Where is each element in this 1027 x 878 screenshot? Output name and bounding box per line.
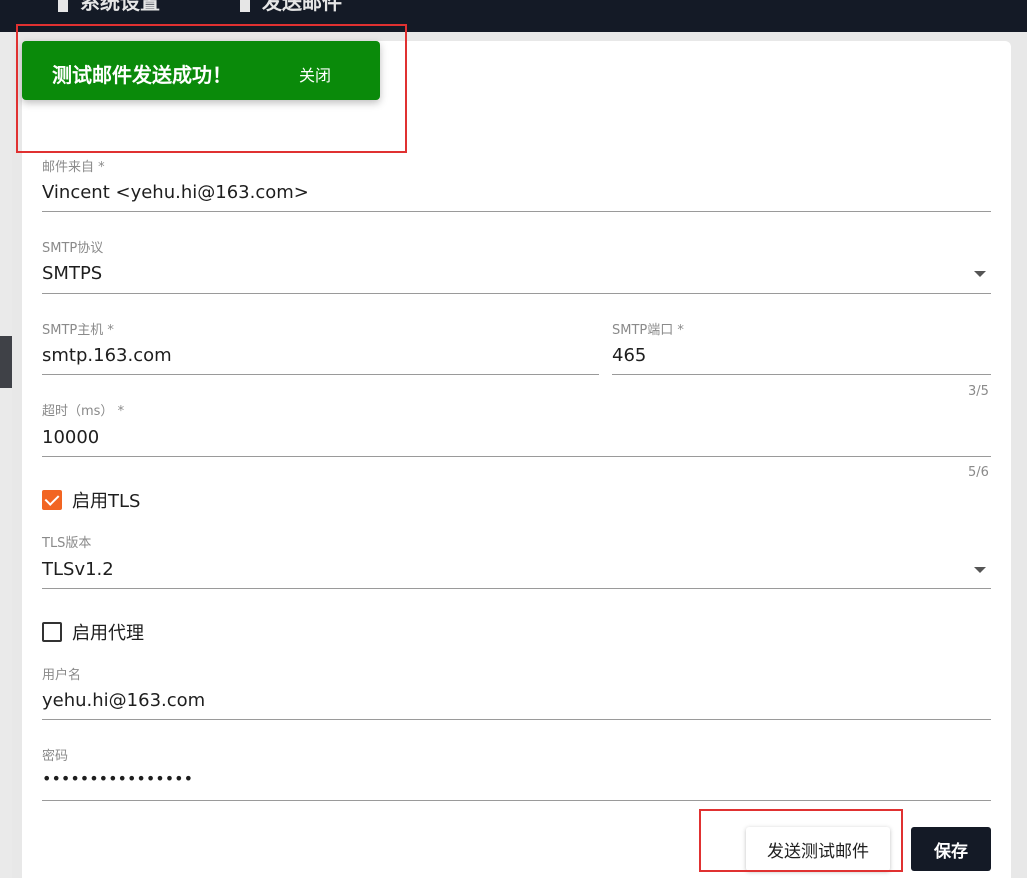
- enable-tls-checkbox-row[interactable]: 启用TLS: [42, 487, 140, 513]
- timeout-field[interactable]: 超时（ms） * 10000: [42, 400, 991, 457]
- breadcrumb-send-mail[interactable]: 发送邮件: [240, 0, 342, 15]
- mail-icon: [240, 0, 250, 12]
- highlight-box-send-test: [699, 809, 903, 872]
- protocol-underline: [42, 293, 991, 294]
- host-input[interactable]: smtp.163.com: [42, 345, 172, 366]
- from-input[interactable]: Vincent <yehu.hi@163.com>: [42, 182, 309, 203]
- sidebar-edge: [0, 336, 12, 388]
- settings-icon: [58, 0, 68, 12]
- enable-proxy-checkbox[interactable]: [42, 622, 62, 642]
- password-field[interactable]: 密码 ••••••••••••••••: [42, 745, 991, 801]
- port-char-counter: 3/5: [968, 384, 989, 399]
- timeout-label: 超时（ms） *: [42, 404, 125, 419]
- dropdown-caret-icon[interactable]: [974, 271, 986, 277]
- timeout-underline: [42, 456, 991, 457]
- host-field[interactable]: SMTP主机 * smtp.163.com: [42, 319, 599, 375]
- left-gutter: [0, 32, 12, 878]
- tls-version-label: TLS版本: [42, 536, 92, 551]
- from-underline: [42, 211, 991, 212]
- timeout-char-counter: 5/6: [968, 465, 989, 480]
- enable-proxy-checkbox-row[interactable]: 启用代理: [42, 619, 144, 645]
- dropdown-caret-icon[interactable]: [974, 567, 986, 573]
- enable-proxy-label: 启用代理: [72, 623, 144, 644]
- port-underline: [612, 374, 991, 375]
- password-input[interactable]: ••••••••••••••••: [42, 769, 193, 788]
- password-underline: [42, 800, 991, 801]
- timeout-input[interactable]: 10000: [42, 427, 99, 448]
- protocol-select[interactable]: SMTP协议 SMTPS: [42, 237, 991, 294]
- from-label: 邮件来自 *: [42, 160, 105, 175]
- username-field[interactable]: 用户名 yehu.hi@163.com: [42, 664, 991, 720]
- username-input[interactable]: yehu.hi@163.com: [42, 690, 205, 711]
- tls-version-underline: [42, 588, 991, 589]
- breadcrumb-system-settings[interactable]: 系统设置: [58, 0, 160, 15]
- tls-version-select[interactable]: TLS版本 TLSv1.2: [42, 532, 991, 589]
- port-field[interactable]: SMTP端口 * 465: [612, 319, 991, 375]
- host-label: SMTP主机 *: [42, 323, 114, 338]
- tls-version-value: TLSv1.2: [42, 559, 114, 580]
- port-input[interactable]: 465: [612, 345, 646, 366]
- enable-tls-checkbox[interactable]: [42, 490, 62, 510]
- username-underline: [42, 719, 991, 720]
- highlight-box-toast: [16, 24, 407, 153]
- host-underline: [42, 374, 599, 375]
- right-edge: [1017, 32, 1027, 878]
- from-field[interactable]: 邮件来自 * Vincent <yehu.hi@163.com>: [42, 156, 991, 212]
- port-label: SMTP端口 *: [612, 323, 684, 338]
- protocol-label: SMTP协议: [42, 241, 104, 256]
- enable-tls-label: 启用TLS: [72, 491, 141, 512]
- save-button[interactable]: 保存: [911, 827, 991, 871]
- protocol-value: SMTPS: [42, 263, 103, 284]
- password-label: 密码: [42, 749, 69, 764]
- username-label: 用户名: [42, 668, 82, 683]
